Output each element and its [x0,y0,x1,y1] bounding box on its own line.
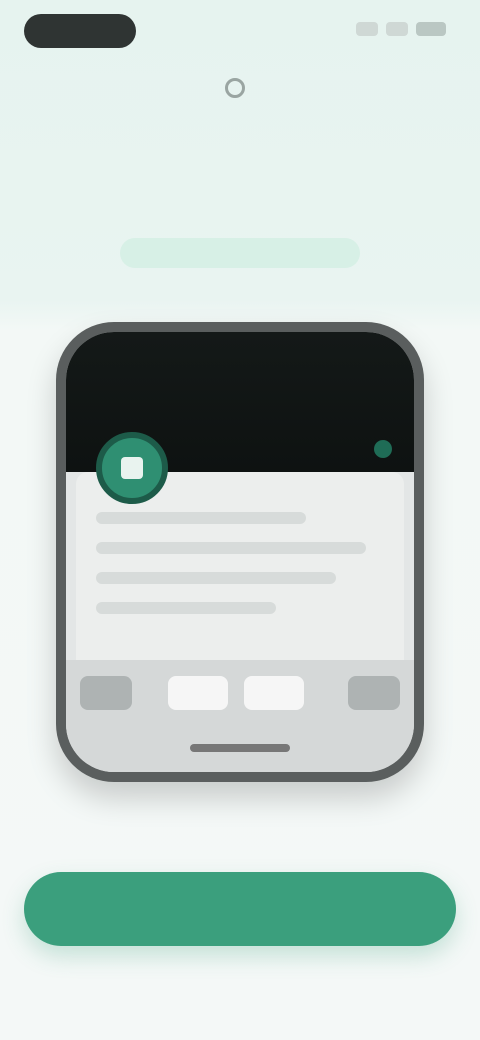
status-icons [356,22,446,36]
brand-mark-icon [225,78,245,98]
card-text-line [96,572,336,584]
card-text-line [96,512,306,524]
status-bar [0,0,480,60]
home-indicator [190,744,290,752]
phone-screen [66,332,414,772]
phone-mockup [56,322,424,782]
phone-keyboard [66,660,414,772]
app-icon-glyph [121,457,143,479]
app-icon [96,432,168,504]
primary-cta-button[interactable] [24,872,456,946]
signal-icon [356,22,378,36]
card-text-line [96,602,276,614]
wifi-icon [386,22,408,36]
keyboard-key [168,676,228,710]
keyboard-key [348,676,400,710]
card-text-line [96,542,366,554]
page-subtitle [120,238,360,268]
keyboard-key [80,676,132,710]
brand [0,78,480,98]
battery-icon [416,22,446,36]
status-time-pill [24,14,136,48]
keyboard-key [244,676,304,710]
notification-dot-icon [374,440,392,458]
